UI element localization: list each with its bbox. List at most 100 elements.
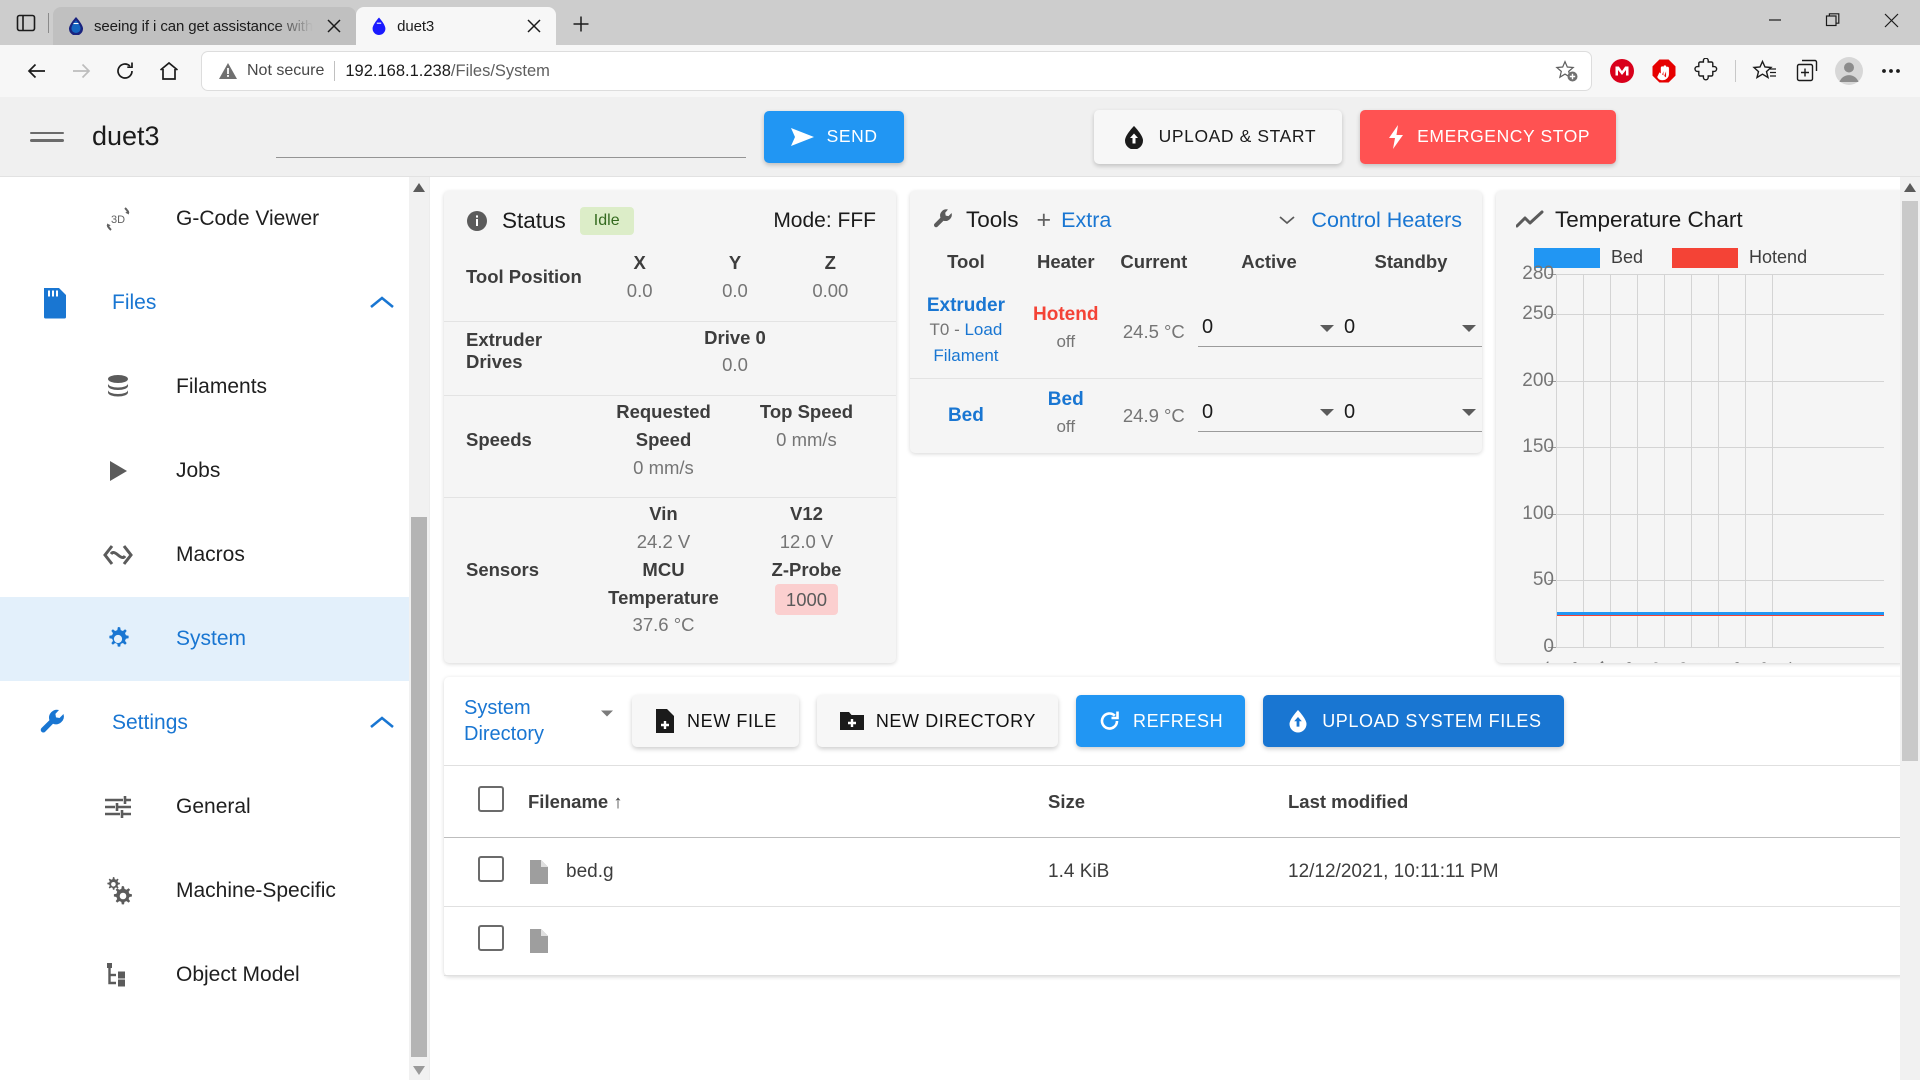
chevron-up-icon[interactable] bbox=[369, 715, 395, 731]
column-size[interactable]: Size bbox=[1048, 765, 1288, 838]
chevron-up-icon[interactable] bbox=[369, 295, 395, 311]
browser-tab-1-title: seeing if i can get assistance with bbox=[94, 17, 314, 35]
refresh-button[interactable]: REFRESH bbox=[1075, 695, 1246, 747]
menu-icon[interactable] bbox=[24, 114, 70, 160]
heater-name[interactable]: Hotend bbox=[1022, 304, 1110, 326]
3d-rotate-icon: 3D bbox=[90, 202, 146, 236]
sidebar-item-system[interactable]: System bbox=[0, 597, 429, 681]
minimize-button[interactable] bbox=[1746, 0, 1804, 40]
sidebar-item-machine-specific[interactable]: Machine-Specific bbox=[0, 849, 429, 933]
close-button[interactable] bbox=[1862, 0, 1920, 40]
page-scrollbar[interactable] bbox=[1900, 177, 1920, 1080]
tab-manager-icon[interactable] bbox=[6, 3, 46, 43]
browser-tab-2[interactable]: duet3 bbox=[356, 7, 557, 45]
heater-name[interactable]: Bed bbox=[1022, 389, 1110, 411]
standby-temperature-select[interactable]: 0 bbox=[1339, 401, 1482, 432]
select-all-cell[interactable] bbox=[444, 765, 528, 838]
chevron-down-icon[interactable] bbox=[1279, 215, 1296, 225]
address-bar[interactable]: Not secure 192.168.1.238/Files/System bbox=[202, 52, 1591, 90]
standby-temperature-cell[interactable]: 0 bbox=[1339, 285, 1482, 379]
page-scrollbar-thumb[interactable] bbox=[1902, 201, 1918, 761]
sort-ascending-icon[interactable]: ↑ bbox=[613, 791, 622, 812]
active-temperature-select[interactable]: 0 bbox=[1197, 401, 1340, 432]
table-row[interactable]: bed.g 1.4 KiB 12/12/2021, 10:11:11 PM bbox=[444, 837, 1906, 907]
standby-temperature-cell[interactable]: 0 bbox=[1339, 378, 1482, 454]
chevron-down-icon[interactable] bbox=[600, 709, 614, 718]
upload-system-files-button[interactable]: UPLOAD SYSTEM FILES bbox=[1263, 695, 1564, 747]
column-filename[interactable]: Filename ↑ bbox=[528, 765, 1048, 838]
add-tool-icon[interactable]: + bbox=[1037, 207, 1052, 233]
new-tab-button[interactable] bbox=[562, 5, 600, 43]
sidebar-item-general[interactable]: General bbox=[0, 765, 429, 849]
active-temperature-select[interactable]: 0 bbox=[1197, 316, 1340, 347]
directory-select[interactable]: System Directory bbox=[464, 695, 614, 747]
file-name-cell[interactable] bbox=[528, 906, 1048, 976]
heater-cell[interactable]: Bed off bbox=[1021, 378, 1110, 454]
active-temperature-cell[interactable]: 0 bbox=[1197, 285, 1340, 379]
reload-icon[interactable] bbox=[104, 50, 146, 92]
sidebar-scrollbar-thumb[interactable] bbox=[411, 517, 427, 1057]
chevron-down-icon[interactable] bbox=[1460, 406, 1478, 418]
status-card-header: Status Idle Mode: FFF bbox=[444, 191, 896, 247]
heater-cell[interactable]: Hotend off bbox=[1022, 285, 1110, 379]
emergency-stop-button[interactable]: EMERGENCY STOP bbox=[1360, 109, 1617, 164]
row-select-cell[interactable] bbox=[444, 837, 528, 907]
back-icon[interactable] bbox=[16, 50, 58, 92]
sidebar-group-settings[interactable]: Settings bbox=[0, 681, 429, 765]
sidebar-item-gcode-viewer[interactable]: 3D G-Code Viewer bbox=[0, 177, 429, 261]
new-directory-label: NEW DIRECTORY bbox=[875, 710, 1036, 731]
row-checkbox[interactable] bbox=[478, 925, 504, 951]
mega-icon[interactable] bbox=[1603, 52, 1641, 90]
settings-more-icon[interactable] bbox=[1872, 52, 1910, 90]
file-name-cell[interactable]: bed.g bbox=[528, 837, 1048, 907]
chevron-down-icon[interactable] bbox=[1460, 322, 1478, 334]
tool-cell[interactable]: Bed bbox=[910, 378, 1022, 454]
sidebar-item-jobs[interactable]: Jobs bbox=[0, 429, 429, 513]
tool-name[interactable]: Extruder bbox=[910, 295, 1022, 317]
chevron-down-icon[interactable] bbox=[1318, 406, 1336, 418]
restore-button[interactable] bbox=[1804, 0, 1862, 40]
add-favorite-icon[interactable] bbox=[1551, 55, 1583, 87]
close-icon[interactable] bbox=[322, 14, 346, 38]
gcode-input[interactable] bbox=[275, 116, 746, 158]
forward-icon[interactable] bbox=[60, 50, 102, 92]
row-select-cell[interactable] bbox=[444, 906, 528, 976]
new-directory-button[interactable]: NEW DIRECTORY bbox=[816, 695, 1058, 747]
scroll-up-arrow-icon[interactable] bbox=[409, 177, 429, 197]
status-card: Status Idle Mode: FFF Tool Position X 0.… bbox=[444, 191, 896, 663]
extra-link[interactable]: Extra bbox=[1061, 208, 1111, 233]
column-last-modified[interactable]: Last modified bbox=[1288, 765, 1906, 838]
active-temperature-value: 0 bbox=[1201, 316, 1214, 338]
chevron-down-icon[interactable] bbox=[1318, 322, 1336, 334]
row-checkbox[interactable] bbox=[478, 856, 504, 882]
sidebar-item-object-model[interactable]: Object Model bbox=[0, 933, 429, 1017]
tool-name[interactable]: Bed bbox=[910, 405, 1022, 427]
sidebar-scrollbar[interactable] bbox=[409, 177, 429, 1080]
standby-temperature-select[interactable]: 0 bbox=[1339, 316, 1482, 347]
top-speed: Top Speed 0 mm/s bbox=[735, 398, 878, 481]
active-temperature-cell[interactable]: 0 bbox=[1197, 378, 1340, 454]
home-icon[interactable] bbox=[148, 50, 190, 92]
legend-label-hotend: Hotend bbox=[1749, 247, 1808, 267]
profile-avatar-icon[interactable] bbox=[1830, 52, 1868, 90]
control-heaters-link[interactable]: Control Heaters bbox=[1311, 208, 1462, 233]
favorites-star-icon[interactable] bbox=[1746, 52, 1784, 90]
table-row[interactable] bbox=[444, 906, 1906, 976]
sidebar-item-macros[interactable]: Macros bbox=[0, 513, 429, 597]
select-all-checkbox[interactable] bbox=[478, 786, 504, 812]
scroll-down-arrow-icon[interactable] bbox=[409, 1060, 429, 1080]
new-file-button[interactable]: NEW FILE bbox=[632, 695, 799, 747]
legend-swatch-hotend[interactable] bbox=[1672, 247, 1739, 268]
scroll-up-arrow-icon[interactable] bbox=[1900, 177, 1920, 197]
upload-and-start-button[interactable]: UPLOAD & START bbox=[1093, 109, 1343, 164]
collections-icon[interactable] bbox=[1788, 52, 1826, 90]
sidebar-item-filaments[interactable]: Filaments bbox=[0, 345, 429, 429]
send-button[interactable]: SEND bbox=[763, 110, 904, 163]
tool-cell[interactable]: Extruder T0 - Load Filament bbox=[910, 285, 1022, 379]
close-icon[interactable] bbox=[522, 14, 546, 38]
sidebar-group-files[interactable]: Files bbox=[0, 261, 429, 345]
browser-tab-1[interactable]: seeing if i can get assistance with bbox=[53, 7, 357, 45]
security-indicator[interactable]: Not secure bbox=[218, 61, 324, 81]
adblock-icon[interactable] bbox=[1645, 52, 1683, 90]
extensions-puzzle-icon[interactable] bbox=[1687, 52, 1725, 90]
